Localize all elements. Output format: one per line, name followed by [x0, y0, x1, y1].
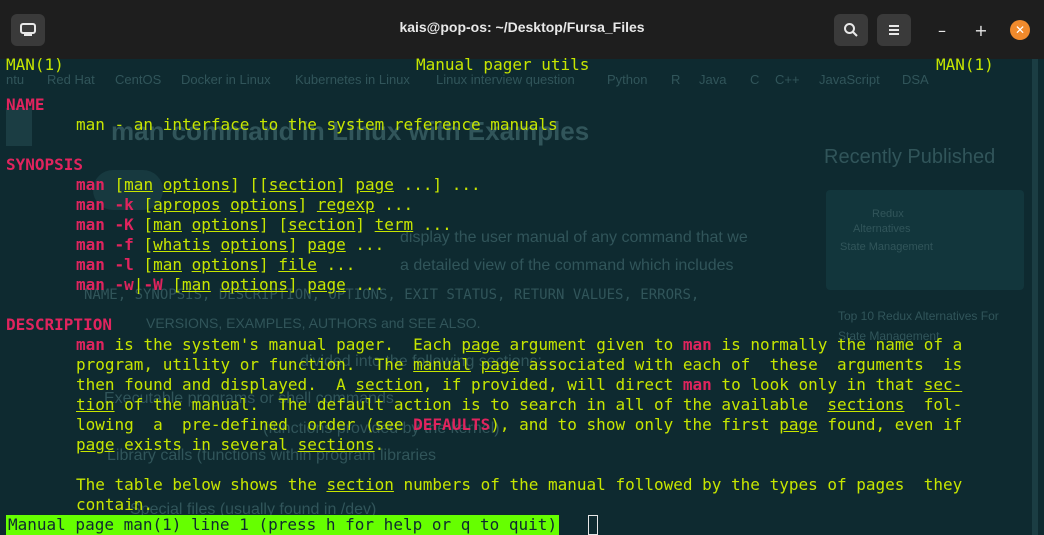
synopsis-line: man [man options] [[section] page ...] .… — [76, 175, 481, 194]
section-heading-name: NAME — [6, 95, 45, 114]
maximize-button[interactable]: + — [971, 20, 991, 40]
minimize-icon: – — [938, 20, 946, 40]
section-heading-synopsis: SYNOPSIS — [6, 155, 84, 174]
man-header-center: Manual pager utils — [416, 55, 590, 74]
close-icon: ✕ — [1014, 23, 1026, 37]
terminal-cursor — [588, 515, 598, 535]
hamburger-menu-icon — [889, 25, 899, 35]
description-line: program, utility or function. The manual… — [76, 355, 963, 374]
close-button[interactable]: ✕ — [1010, 20, 1030, 40]
name-text: man - an interface to the system referen… — [76, 115, 558, 134]
search-button[interactable] — [834, 14, 868, 46]
search-icon — [844, 23, 858, 37]
terminal-view[interactable]: MAN(1) Manual pager utils MAN(1) NAME ma… — [0, 55, 1031, 535]
description-line: tion of the manual. The default action i… — [76, 395, 963, 414]
description-line: page exists in several sections. — [76, 435, 385, 454]
synopsis-line: man -l [man options] file ... — [76, 255, 356, 274]
title-bar: kais@pop-os: ~/Desktop/Fursa_Files – + ✕ — [0, 0, 1044, 59]
pager-status-line: Manual page man(1) line 1 (press h for h… — [6, 515, 560, 535]
description-line: lowing a pre-defined order (see DEFAULTS… — [76, 415, 963, 434]
synopsis-line: man -w|-W [man options] page ... — [76, 275, 385, 294]
section-heading-description: DESCRIPTION — [6, 315, 112, 334]
maximize-icon: + — [974, 20, 988, 40]
description-line: The table below shows the section number… — [76, 475, 963, 494]
menu-button[interactable] — [877, 14, 911, 46]
description-line: contain. — [76, 495, 154, 514]
description-line: then found and displayed. A section, if … — [76, 375, 963, 394]
minimize-button[interactable]: – — [932, 20, 952, 40]
synopsis-line: man -k [apropos options] regexp ... — [76, 195, 414, 214]
man-header-right: MAN(1) — [936, 55, 994, 74]
synopsis-line: man -K [man options] [section] term ... — [76, 215, 452, 234]
man-header-left: MAN(1) — [6, 55, 64, 74]
synopsis-line: man -f [whatis options] page ... — [76, 235, 385, 254]
description-line: man is the system's manual pager. Each p… — [76, 335, 963, 354]
terminal-scrollbar[interactable] — [1032, 59, 1038, 535]
